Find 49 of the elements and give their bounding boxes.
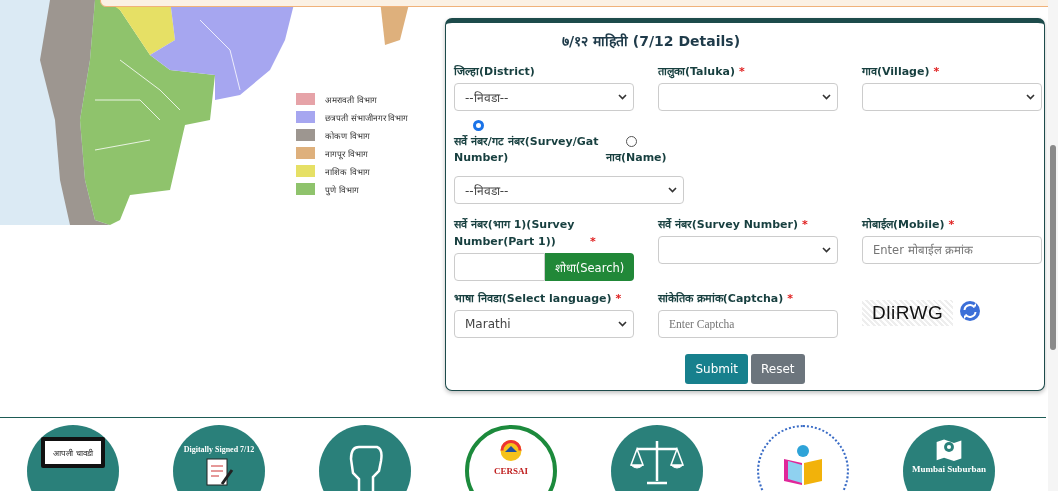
card-title: ७/१२ माहिती (7/12 Details) [562, 32, 741, 50]
field-label: सांकेतिक क्रमांक(Captcha) [658, 291, 784, 307]
radio-button[interactable] [473, 120, 484, 131]
caret-icon [618, 94, 627, 100]
service-logo[interactable]: आपली चावडी [27, 425, 119, 491]
required-mark: * [948, 217, 955, 233]
survey-number-field[interactable] [454, 253, 545, 281]
legend-label: नाशिक विभाग [325, 165, 370, 177]
service-logo[interactable]: CERSAI [465, 425, 557, 491]
caret-icon [618, 321, 627, 327]
required-mark: * [615, 291, 622, 307]
fist-logo[interactable] [319, 425, 411, 491]
caret-icon [668, 187, 677, 193]
legend-label: अमरावती विभाग [325, 93, 377, 105]
search-button[interactable]: शोधा(Search) [545, 253, 634, 281]
text-field[interactable]: Enter मोबाईल क्रमांक [862, 236, 1042, 264]
service-logo[interactable]: Mumbai Suburban [903, 425, 995, 491]
dropdown[interactable]: Marathi [454, 310, 634, 338]
caret-icon [1026, 94, 1035, 100]
submit-button[interactable]: Submit [685, 354, 748, 384]
required-mark: * [738, 64, 745, 80]
required-mark: * [787, 291, 794, 307]
required-mark: * [801, 217, 808, 233]
legend-label: छत्रपती संभाजीनगर विभाग [325, 111, 409, 123]
dropdown[interactable]: --निवडा-- [454, 176, 684, 204]
text-field[interactable]: Enter Captcha [658, 310, 838, 338]
reset-button[interactable]: Reset [751, 354, 805, 384]
field-label: सर्वे नंबर(Survey Number) [658, 217, 798, 233]
required-mark: * [590, 234, 596, 250]
scrollbar[interactable] [1048, 0, 1058, 491]
caret-icon [822, 247, 831, 253]
field-label: गाव(Village) [862, 64, 930, 80]
field-label: मोबाईल(Mobile) [862, 217, 945, 233]
legend-label: पुणे विभाग [325, 183, 359, 195]
radio-label: नाव(Name) [606, 150, 667, 166]
dropdown[interactable]: --निवडा-- [454, 83, 634, 111]
service-logo[interactable]: Digitally Signed 7/12 [173, 425, 265, 491]
legend-label: नागपूर विभाग [325, 147, 368, 159]
field-label: सर्वे नंबर(भाग 1)(Survey Number(Part 1)) [454, 217, 576, 250]
legend-label: कोकण विभाग [325, 129, 370, 141]
required-mark: * [933, 64, 940, 80]
refresh-icon[interactable] [959, 300, 982, 322]
scales-logo[interactable] [611, 425, 703, 491]
captcha-image: DliRWG [862, 300, 954, 326]
field-label: भाषा निवडा(Select language) [454, 291, 612, 307]
field-label: तालुका(Taluka) [658, 64, 735, 80]
field-label: जिल्हा(District) [454, 64, 535, 80]
radio-label: सर्वे नंबर/गट नंबर(Survey/Gat Number) [454, 134, 600, 166]
caret-icon [822, 94, 831, 100]
